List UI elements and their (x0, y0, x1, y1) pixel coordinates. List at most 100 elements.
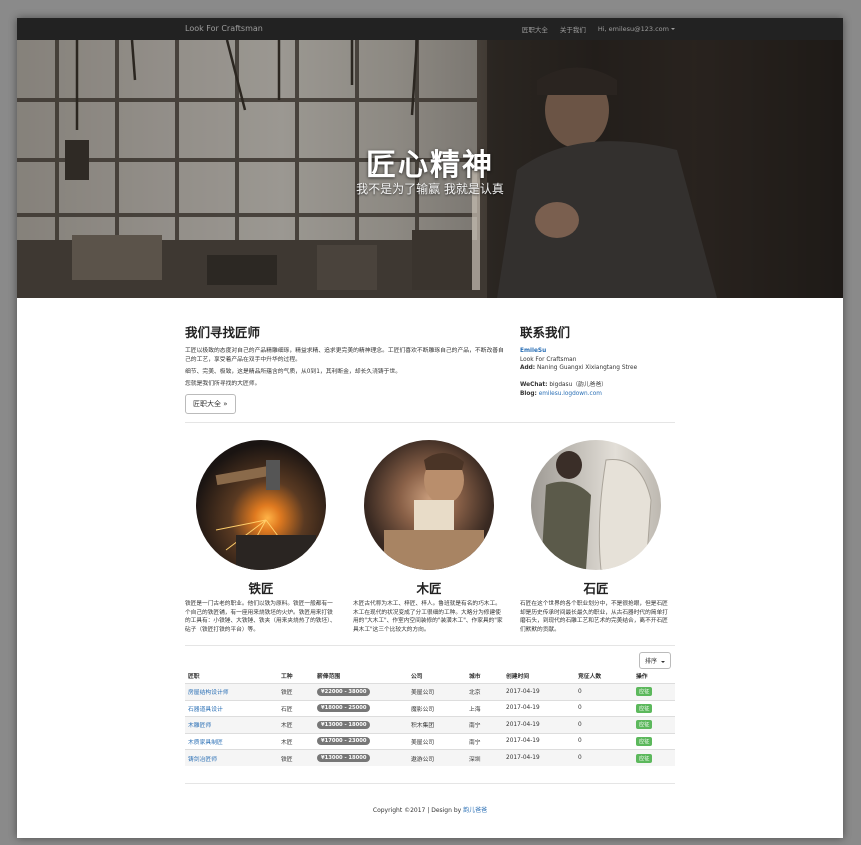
column-header: 公司 (408, 668, 466, 684)
craft-title: 木匠 (416, 581, 442, 596)
craft-title: 铁匠 (248, 581, 274, 596)
all-jobs-button[interactable]: 匠职大全 » (185, 394, 236, 414)
intro-paragraph-2: 细节、完美、极致，这是精品所蕴含的气质，从0到1，其利断金，却长久浇铸于世。 (185, 369, 402, 375)
nav-link-jobs[interactable]: 匠职大全 (522, 24, 548, 34)
table-row: 木质家具制匠 木匠 ¥17000 - 23000 美屋公司 南宁 2017-04… (185, 732, 675, 750)
table-row: 木雕匠师 木匠 ¥13000 - 18000 积木集团 南宁 2017-04-1… (185, 716, 675, 733)
craft-blacksmith: 铁匠 铁匠是一门古老的职业。他们以铁为原料。铁匠一般都有一个自己的铁匠铺，有一座… (185, 440, 337, 634)
intro-section: 我们寻找匠师 工匠以极致的态度对自己的产品精雕细琢，精益求精、追求更完美的精神理… (185, 322, 505, 414)
city-cell: 南宁 (466, 716, 503, 733)
company-cell: 遨游公司 (408, 749, 466, 766)
footer-copyright: Copyright ©2017 | Design by (372, 807, 462, 814)
jobs-table: 匠职 工种 薪俸范围 公司 城市 创建时间 竞征人数 操作 房屋结构设计师 铁匠… (185, 668, 675, 766)
contact-section: 联系我们 EmileSu Look For Craftsman Add: Nan… (520, 322, 680, 398)
count-cell: 0 (575, 699, 633, 717)
contact-company: Look For Craftsman (520, 356, 577, 363)
apply-button[interactable]: 应征 (636, 703, 653, 713)
sort-label: 排序 (645, 658, 658, 665)
job-type: 铁匠 (278, 683, 314, 700)
count-cell: 0 (575, 749, 633, 766)
job-type: 铁匠 (278, 749, 314, 766)
column-header: 工种 (278, 668, 314, 684)
column-header: 匠职 (185, 668, 278, 684)
craft-title: 石匠 (583, 581, 609, 596)
table-header-row: 匠职 工种 薪俸范围 公司 城市 创建时间 竞征人数 操作 (185, 668, 675, 684)
contact-wechat: WeChat: bigdasu（韵儿爸爸） (520, 382, 608, 388)
footer-author-link[interactable]: 韵儿爸爸 (463, 807, 487, 814)
nav-right: 匠职大全 关于我们 Hi, emilesu@123.com (522, 18, 675, 40)
hero-subtitle: 我不是为了输赢 我就是认真 (356, 182, 504, 196)
column-header: 城市 (466, 668, 503, 684)
navbar: Look For Craftsman 匠职大全 关于我们 Hi, emilesu… (17, 18, 843, 40)
craft-carpenter: 木匠 木匠古代称为木工、梓匠、梓人。鲁班就是有名的巧木工。木工在现代的状况变成了… (353, 440, 505, 634)
job-type: 石匠 (278, 699, 314, 717)
carpenter-image (364, 440, 494, 570)
job-link[interactable]: 木质家具制匠 (188, 740, 223, 746)
intro-paragraph-3: 您就是我们所寻找的大匠师。 (185, 381, 261, 387)
contact-heading: 联系我们 (520, 325, 571, 340)
apply-button[interactable]: 应征 (636, 687, 653, 697)
column-header: 创建时间 (503, 668, 575, 684)
job-link[interactable]: 房屋结构设计师 (188, 690, 229, 696)
count-cell: 0 (575, 732, 633, 750)
company-cell: 魔影公司 (408, 699, 466, 717)
count-cell: 0 (575, 716, 633, 733)
job-link[interactable]: 石器道具设计 (188, 707, 223, 713)
craft-description: 石匠在这个世界的各个职业划分中，不是很抢眼，但是石匠却是历史传承时间最长最久的职… (520, 601, 668, 633)
date-cell: 2017-04-19 (503, 699, 575, 717)
chevron-down-icon (660, 660, 665, 663)
date-cell: 2017-04-19 (503, 683, 575, 700)
contact-address: Add: Naning Guangxi Xixiangtang Stree (520, 365, 638, 371)
table-row: 铸剑冶匠师 铁匠 ¥13000 - 18000 遨游公司 深圳 2017-04-… (185, 749, 675, 766)
count-cell: 0 (575, 683, 633, 700)
company-cell: 美屋公司 (408, 732, 466, 750)
company-cell: 美屋公司 (408, 683, 466, 700)
city-cell: 北京 (466, 683, 503, 700)
intro-heading: 我们寻找匠师 (185, 325, 261, 340)
craft-stonemason: 石匠 石匠在这个世界的各个职业划分中，不是很抢眼，但是石匠却是历史传承时间最长最… (520, 440, 672, 634)
column-header: 竞征人数 (575, 668, 633, 684)
job-link[interactable]: 铸剑冶匠师 (188, 757, 217, 763)
nav-link-about[interactable]: 关于我们 (560, 24, 586, 34)
date-cell: 2017-04-19 (503, 732, 575, 750)
job-type: 木匠 (278, 716, 314, 733)
page-frame: Look For Craftsman 匠职大全 关于我们 Hi, emilesu… (17, 18, 843, 838)
craft-description: 铁匠是一门古老的职业。他们以铁为原料。铁匠一般都有一个自己的铁匠铺，有一座用来烧… (185, 601, 336, 633)
city-cell: 上海 (466, 699, 503, 717)
user-menu-dropdown[interactable]: Hi, emilesu@123.com (598, 25, 675, 33)
contact-name-link[interactable]: EmileSu (520, 348, 546, 354)
city-cell: 南宁 (466, 732, 503, 750)
salary-badge: ¥17000 - 23000 (317, 737, 371, 746)
date-cell: 2017-04-19 (503, 749, 575, 766)
footer: Copyright ©2017 | Design by 韵儿爸爸 (17, 805, 843, 814)
sort-dropdown[interactable]: 排序 (639, 652, 671, 669)
contact-blog: Blog: emilesu.logdown.com (520, 390, 602, 397)
blacksmith-image (196, 440, 326, 570)
intro-paragraph-1: 工匠以极致的态度对自己的产品精雕细琢，精益求精、追求更完美的精神理念。工匠们喜欢… (185, 348, 504, 363)
salary-badge: ¥22000 - 38000 (317, 687, 371, 696)
apply-button[interactable]: 应征 (636, 736, 653, 746)
table-row: 石器道具设计 石匠 ¥18000 - 25000 魔影公司 上海 2017-04… (185, 699, 675, 717)
divider (185, 422, 675, 423)
stonemason-image (531, 440, 661, 570)
chevron-down-icon (671, 28, 675, 30)
column-header: 薪俸范围 (314, 668, 408, 684)
date-cell: 2017-04-19 (503, 716, 575, 733)
user-menu-label: Hi, emilesu@123.com (597, 25, 669, 33)
job-link[interactable]: 木雕匠师 (188, 723, 211, 729)
craft-description: 木匠古代称为木工、梓匠、梓人。鲁班就是有名的巧木工。木工在现代的状况变成了分工很… (353, 601, 503, 633)
city-cell: 深圳 (466, 749, 503, 766)
salary-badge: ¥13000 - 18000 (317, 720, 371, 729)
blog-link[interactable]: emilesu.logdown.com (539, 391, 602, 397)
divider (185, 783, 675, 784)
column-header: 操作 (633, 668, 675, 684)
table-row: 房屋结构设计师 铁匠 ¥22000 - 38000 美屋公司 北京 2017-0… (185, 683, 675, 700)
salary-badge: ¥13000 - 18000 (317, 754, 371, 762)
apply-button[interactable]: 应征 (636, 753, 653, 763)
brand-link[interactable]: Look For Craftsman (185, 18, 263, 40)
salary-badge: ¥18000 - 25000 (317, 704, 371, 713)
hero-banner: 匠心精神 我不是为了输赢 我就是认真 (17, 40, 843, 298)
apply-button[interactable]: 应征 (636, 720, 653, 730)
divider (185, 645, 675, 646)
company-cell: 积木集团 (408, 716, 466, 733)
